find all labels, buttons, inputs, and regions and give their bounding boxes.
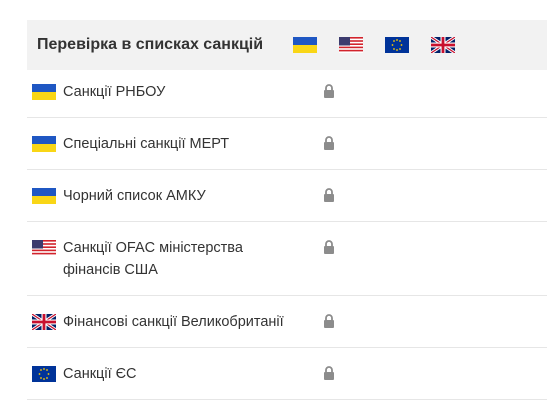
header-flags <box>293 37 477 53</box>
lock-icon <box>323 314 335 328</box>
lock-icon <box>323 188 335 202</box>
sanctions-row-ofac[interactable]: Санкції OFAC міністерства фінансів США <box>27 222 547 296</box>
uk-flag-icon[interactable] <box>431 37 455 53</box>
ua-flag-icon[interactable] <box>293 37 317 53</box>
lock-icon <box>323 136 335 150</box>
uk-flag-icon <box>32 314 56 330</box>
us-flag-icon <box>32 240 56 256</box>
lock-icon <box>323 366 335 380</box>
panel-title: Перевірка в списках санкцій <box>37 36 264 53</box>
row-label: Фінансові санкції Великобританії <box>63 314 284 330</box>
eu-flag-icon[interactable] <box>385 37 409 53</box>
us-flag-icon[interactable] <box>339 37 363 53</box>
ua-flag-icon <box>32 136 56 152</box>
sanctions-row-rnbou[interactable]: Санкції РНБОУ <box>27 70 547 118</box>
ua-flag-icon <box>32 84 56 100</box>
row-label: Санкції OFAC міністерства фінансів США <box>63 240 243 278</box>
lock-icon <box>323 240 335 254</box>
eu-flag-icon <box>32 366 56 382</box>
sanctions-row-eu[interactable]: Санкції ЄС <box>27 348 547 400</box>
row-label: Спеціальні санкції МЕРТ <box>63 136 230 152</box>
lock-icon <box>323 84 335 98</box>
sanctions-row-uk[interactable]: Фінансові санкції Великобританії <box>27 296 547 348</box>
row-label: Чорний список АМКУ <box>63 188 206 204</box>
sanctions-row-mert[interactable]: Спеціальні санкції МЕРТ <box>27 118 547 170</box>
ua-flag-icon <box>32 188 56 204</box>
sanctions-row-amku[interactable]: Чорний список АМКУ <box>27 170 547 222</box>
row-label: Санкції РНБОУ <box>63 84 166 100</box>
sanctions-panel-header: Перевірка в списках санкцій <box>27 20 547 70</box>
row-label: Санкції ЄС <box>63 366 137 382</box>
